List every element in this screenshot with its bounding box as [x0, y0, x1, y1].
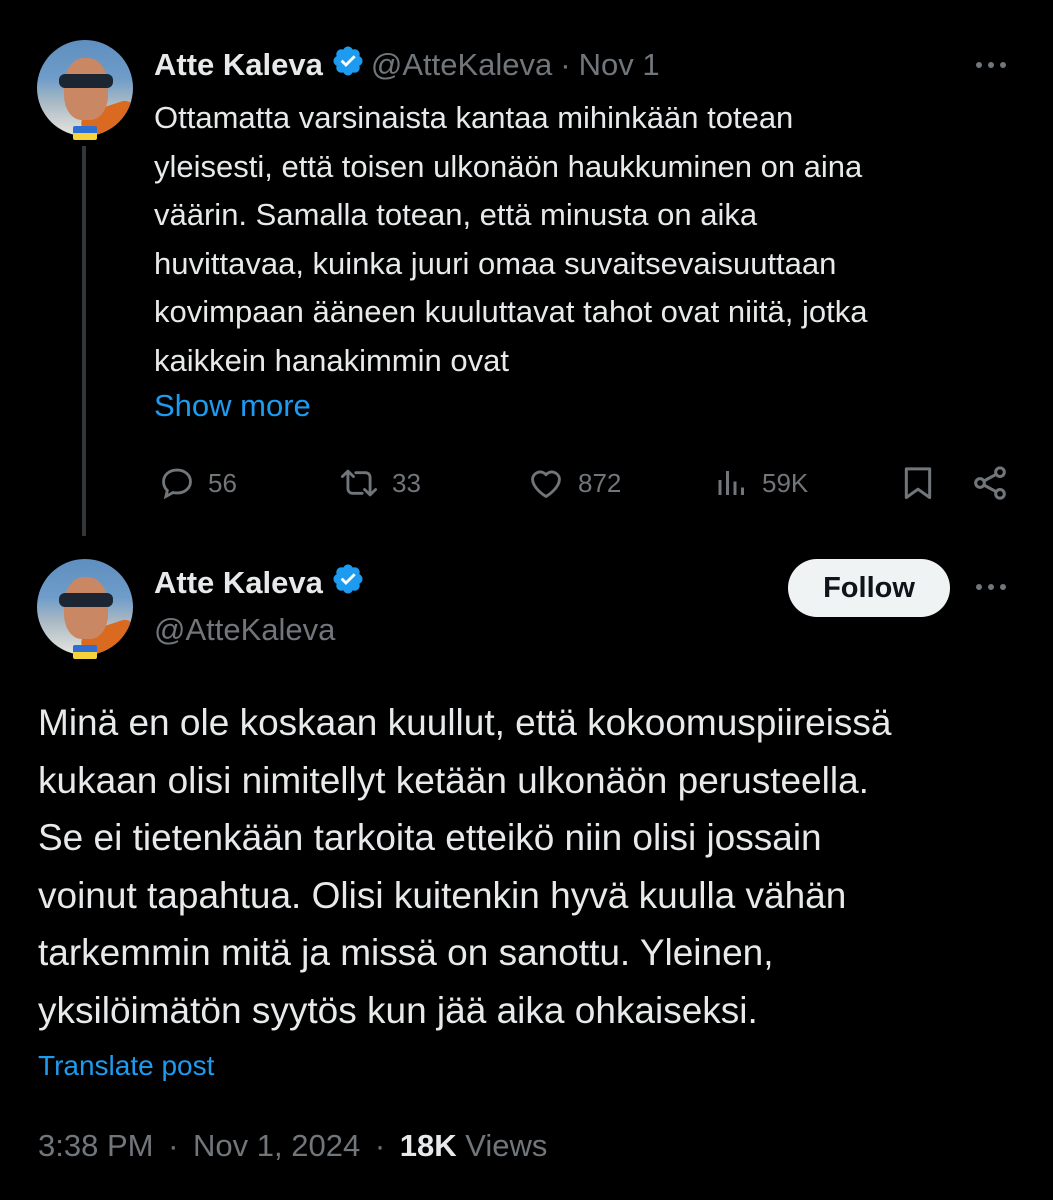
repost-count: 33: [392, 467, 421, 498]
more-icon[interactable]: [974, 59, 1010, 71]
repost-icon: [340, 469, 378, 497]
tweet-author: Atte Kaleva: [154, 560, 365, 606]
share-button[interactable]: [970, 460, 1022, 506]
reply-button[interactable]: 56: [158, 460, 237, 506]
like-count: 872: [578, 467, 622, 498]
views-button[interactable]: 59K: [714, 460, 808, 506]
repost-button[interactable]: 33: [338, 460, 421, 506]
reply-count: 56: [208, 467, 237, 498]
like-button[interactable]: 872: [526, 460, 621, 506]
dot-separator: ·: [560, 47, 571, 82]
dot-separator: ·: [168, 1128, 179, 1163]
author-handle[interactable]: @AtteKaleva: [154, 608, 335, 652]
tweet-date[interactable]: Nov 1, 2024: [193, 1128, 360, 1163]
share-icon: [974, 466, 1006, 500]
avatar-photo: [37, 559, 133, 655]
follow-button[interactable]: Follow: [788, 559, 950, 617]
ukraine-flag-icon: [73, 126, 97, 140]
views-count: 59K: [762, 467, 809, 498]
thread-connector-line: [82, 146, 86, 536]
more-icon[interactable]: [974, 581, 1010, 593]
tweet-date[interactable]: Nov 1: [579, 47, 660, 83]
reply-icon: [162, 468, 192, 500]
ukraine-flag-icon: [73, 645, 97, 659]
avatar[interactable]: [37, 559, 133, 659]
tweet-text: Minä en ole koskaan kuullut, että kokoom…: [38, 702, 892, 1031]
avatar-photo: [37, 40, 133, 136]
views-count[interactable]: 18K: [400, 1128, 457, 1163]
tweet-time[interactable]: 3:38 PM: [38, 1128, 153, 1163]
author-name[interactable]: Atte Kaleva: [154, 47, 323, 83]
show-more-link[interactable]: Show more: [154, 382, 311, 430]
avatar[interactable]: [37, 40, 133, 140]
tweet-header: Atte Kaleva @AtteKaleva · Nov 1: [154, 42, 660, 88]
views-label: Views: [465, 1128, 548, 1163]
author-handle[interactable]: @AtteKaleva: [371, 47, 552, 83]
translate-post-link[interactable]: Translate post: [38, 1046, 214, 1086]
tweet-text: Ottamatta varsinaista kantaa mihinkään t…: [154, 100, 868, 378]
dot-separator: ·: [374, 1128, 386, 1163]
bookmark-icon: [904, 467, 932, 499]
bookmark-button[interactable]: [898, 460, 950, 506]
verified-badge-icon: [331, 44, 365, 86]
heart-icon: [531, 470, 561, 498]
verified-badge-icon: [331, 562, 365, 604]
tweet-meta: 3:38 PM · Nov 1, 2024 · 18K Views: [38, 1124, 547, 1168]
author-name[interactable]: Atte Kaleva: [154, 565, 323, 601]
views-icon: [718, 471, 744, 495]
